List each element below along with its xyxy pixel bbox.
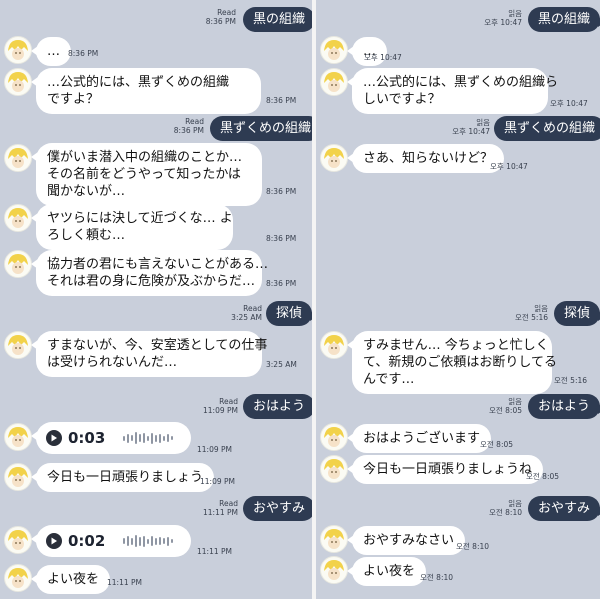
message-time: 8:36 PM	[266, 96, 297, 105]
received-message[interactable]: おはようございます	[346, 424, 492, 453]
contact-avatar[interactable]	[4, 463, 32, 491]
message-time: 오전 8:10	[456, 542, 490, 551]
play-icon[interactable]	[46, 533, 62, 549]
received-message[interactable]: すまないが、今、安室透としての仕事 は受けられないんだ…	[31, 331, 267, 377]
contact-avatar[interactable]	[320, 144, 348, 172]
contact-avatar[interactable]	[320, 525, 348, 553]
message-time: 오전 5:16	[554, 376, 588, 385]
contact-avatar[interactable]	[320, 423, 348, 451]
received-message[interactable]: …	[31, 37, 71, 66]
sent-message[interactable]: 黒ずくめの組織	[494, 116, 600, 141]
message-time: 11:09 PM	[197, 445, 232, 454]
waveform-icon	[123, 535, 174, 547]
received-message[interactable]: 協力者の君にも言えないことがある… それは君の身に危険が及ぶからだ…	[31, 250, 268, 296]
contact-avatar[interactable]	[4, 36, 32, 64]
message-time: 오전 8:05	[480, 440, 514, 449]
received-message[interactable]: よい夜を	[346, 557, 427, 586]
sent-message[interactable]: おはよう	[528, 394, 600, 419]
read-receipt: 읽음 오후 10:47	[452, 118, 490, 136]
read-receipt: Read 3:25 AM	[231, 304, 262, 322]
read-receipt: 읽음 오후 10:47	[484, 9, 522, 27]
read-receipt: 읽음 오전 5:16	[514, 304, 548, 322]
received-message[interactable]: よい夜を	[30, 565, 111, 594]
sent-message[interactable]: 探偵	[266, 301, 312, 326]
sent-message[interactable]: 黒の組織	[528, 7, 600, 32]
contact-avatar[interactable]	[4, 204, 32, 232]
message-time: 오후 10:47	[550, 99, 588, 108]
sent-message[interactable]: 探偵	[554, 301, 600, 326]
read-receipt: Read 8:36 PM	[205, 8, 236, 26]
message-time: 8:36 PM	[266, 279, 297, 288]
received-message[interactable]: すみません… 今ちょっと忙しく て、新規のご依頼はお断りしてる んです…	[347, 331, 557, 394]
read-receipt: Read 8:36 PM	[173, 117, 204, 135]
contact-avatar[interactable]	[320, 455, 348, 483]
received-message[interactable]: さあ、知らないけど？	[346, 144, 505, 173]
read-receipt: 읽음 오전 8:05	[488, 397, 522, 415]
contact-avatar[interactable]	[320, 68, 348, 96]
contact-avatar[interactable]	[4, 423, 32, 451]
contact-avatar[interactable]	[4, 564, 32, 592]
play-icon[interactable]	[46, 430, 62, 446]
received-message[interactable]: …公式的には、黒ずくめの組織 ですよ？	[31, 68, 261, 114]
contact-avatar[interactable]	[4, 526, 32, 554]
sent-message[interactable]: おやすみ	[528, 496, 600, 521]
message-time: 오전 8:05	[526, 472, 560, 481]
received-message[interactable]: おやすみなさい	[346, 526, 466, 555]
contact-avatar[interactable]	[4, 68, 32, 96]
message-time: 11:11 PM	[107, 578, 142, 587]
sent-message[interactable]: 黒の組織	[243, 7, 312, 32]
voice-duration: 0:03	[68, 428, 106, 447]
voice-message[interactable]: 0:02	[31, 525, 191, 557]
received-message[interactable]: 僕がいま潜入中の組織のことか… その名前をどうやって知ったかは 聞かないが…	[31, 143, 262, 206]
message-time: 오후 10:47	[364, 53, 402, 62]
read-receipt: 읽음 오전 8:10	[488, 499, 522, 517]
voice-message[interactable]: 0:03	[31, 422, 191, 454]
message-time: 11:11 PM	[197, 547, 232, 556]
message-time: 11:09 PM	[200, 477, 235, 486]
sent-message[interactable]: 黒ずくめの組織	[210, 116, 312, 141]
contact-avatar[interactable]	[4, 331, 32, 359]
message-time: 8:36 PM	[266, 187, 297, 196]
sent-message[interactable]: おやすみ	[243, 496, 312, 521]
message-time: 8:36 PM	[266, 234, 297, 243]
message-time: 오후 10:47	[490, 162, 528, 171]
sent-message[interactable]: おはよう	[243, 394, 312, 419]
contact-avatar[interactable]	[320, 331, 348, 359]
received-message[interactable]: 今日も一日頑張りましょう	[30, 463, 215, 492]
message-time: 3:25 AM	[266, 360, 297, 369]
contact-avatar[interactable]	[4, 250, 32, 278]
contact-avatar[interactable]	[320, 36, 348, 64]
voice-duration: 0:02	[68, 531, 106, 550]
read-receipt: Read 11:11 PM	[203, 499, 238, 517]
received-message[interactable]: …公式的には、黒ずくめの組織ら しいですよ？	[347, 68, 558, 114]
chat-panel-korean: 읽음 오후 10:47 黒の組織 … 오후 10:47 …公式的には、黒ずくめの組…	[316, 0, 600, 599]
received-message[interactable]: 今日も一日頑張りましょうね	[346, 455, 544, 484]
contact-avatar[interactable]	[320, 556, 348, 584]
message-time: 오전 8:10	[420, 573, 454, 582]
message-time: 8:36 PM	[68, 49, 99, 58]
chat-panel-english: Read 8:36 PM 黒の組織 … 8:36 PM …公式的には、黒ずくめの組…	[0, 0, 312, 599]
read-receipt: Read 11:09 PM	[203, 397, 238, 415]
waveform-icon	[123, 432, 174, 444]
received-message[interactable]: ヤツらには決して近づくな… よろしく頼む…	[31, 204, 233, 250]
contact-avatar[interactable]	[4, 144, 32, 172]
